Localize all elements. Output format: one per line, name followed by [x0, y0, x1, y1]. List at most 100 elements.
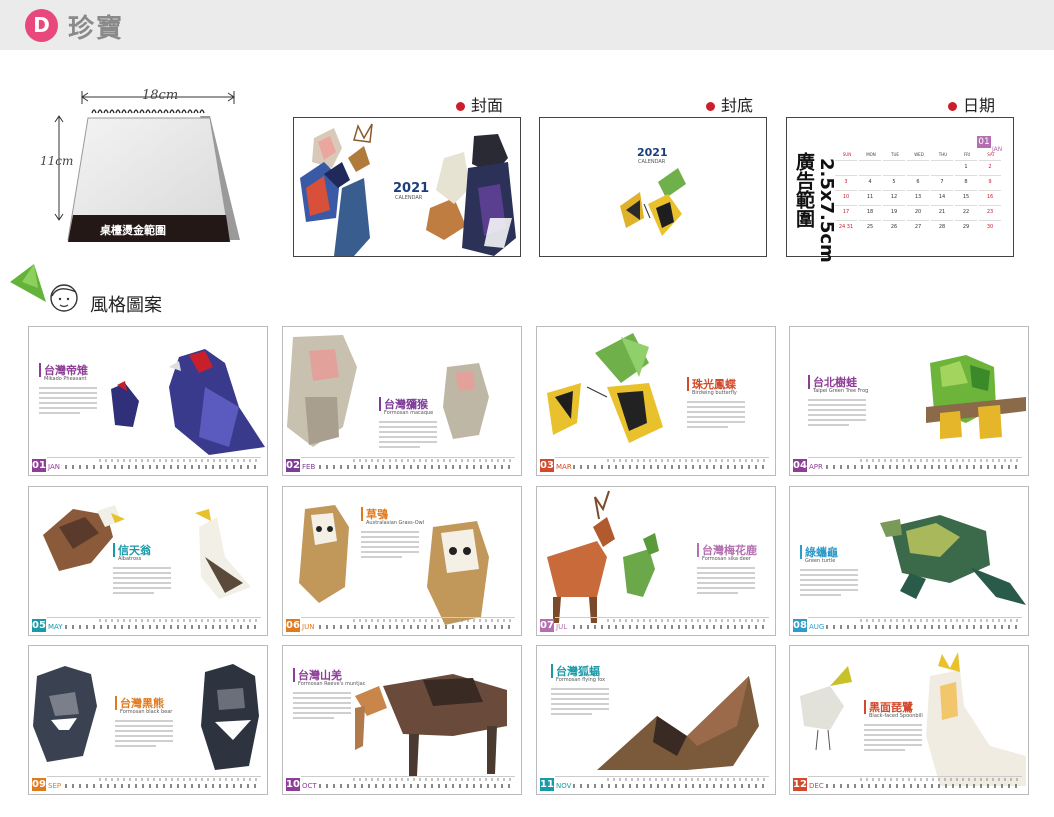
date-strip	[826, 625, 1022, 629]
section-title: 風格圖案	[90, 295, 162, 316]
title-accent-bar	[697, 543, 699, 557]
month-abbreviation: SEP	[48, 782, 62, 790]
calendar-strip-divider	[301, 617, 515, 618]
calendar-day-cell: 18	[859, 205, 881, 219]
cover-year: 2021	[393, 181, 430, 196]
calendar-day-cell: 12	[883, 190, 905, 204]
month-abbreviation: NOV	[556, 782, 572, 790]
calendar-day-cell: 13	[907, 190, 929, 204]
date-strip	[573, 784, 769, 788]
title-accent-bar	[361, 507, 363, 521]
owl-illustration	[299, 505, 489, 625]
calendar-day-cell	[859, 160, 881, 174]
month-abbreviation: JUN	[302, 623, 315, 631]
date-strip	[826, 784, 1022, 788]
calendar-day-cell: 22	[955, 205, 977, 219]
weekday-strip	[99, 619, 261, 622]
month-number-badge: 06	[286, 619, 300, 632]
month-abbreviation: JUL	[556, 623, 568, 631]
green-triangle-icon	[10, 264, 46, 302]
month-card: 台北樹蛙 Taipei Green Tree Frog 04 APR	[789, 326, 1029, 476]
title-accent-bar	[864, 700, 866, 714]
weekday-strip	[99, 778, 261, 781]
calendar-day-cell: 1	[955, 160, 977, 174]
species-name-english: Taipei Green Tree Frog	[813, 388, 869, 394]
calendar-day-cell: 3	[835, 175, 857, 189]
cover-panel: 2021 CALENDAR	[293, 117, 521, 257]
species-name-english: Birdwing butterfly	[692, 390, 737, 396]
species-description-block	[39, 387, 97, 417]
month-number-badge: 07	[540, 619, 554, 632]
date-strip	[826, 465, 1022, 469]
month-number-badge: 02	[286, 459, 300, 472]
month-abbreviation: OCT	[302, 782, 317, 790]
month-card: 珠光鳳蝶 Birdwing butterfly 03 MAR	[536, 326, 776, 476]
back-butterfly-art	[620, 168, 686, 236]
species-name-english: Formosan Reeve's muntjac	[298, 681, 366, 687]
month-abbreviation: DEC	[809, 782, 824, 790]
date-strip	[319, 465, 515, 469]
calendar-day-cell: 10	[835, 190, 857, 204]
red-dot-icon	[706, 102, 715, 111]
calendar-day-cell: 19	[883, 205, 905, 219]
date-strip	[65, 625, 261, 629]
calendar-strip-divider	[47, 776, 261, 777]
species-name-english: Mikado Pheasant	[44, 376, 87, 382]
weekday-strip	[607, 619, 769, 622]
calendar-day-cell	[931, 160, 953, 174]
header-bar: D 珍寶	[0, 0, 1054, 50]
month-number-badge: 12	[793, 778, 807, 791]
title-accent-bar	[115, 696, 117, 710]
calendar-strip-divider	[47, 617, 261, 618]
desk-calendar-mockup: 18cm 11cm 桌檯燙金範圍	[40, 80, 250, 260]
month-number-badge: 04	[793, 459, 807, 472]
weekday-strip	[860, 459, 1022, 462]
title-accent-bar	[379, 397, 381, 411]
calendar-day-cell: 30	[979, 220, 1001, 234]
albatross-illustration	[43, 505, 251, 599]
title-accent-bar	[687, 377, 689, 391]
species-description-block	[113, 567, 171, 597]
species-description-block	[551, 688, 609, 718]
calendar-day-cell: 11	[859, 190, 881, 204]
calendar-strip-divider	[808, 457, 1022, 458]
calendar-strip-divider	[301, 776, 515, 777]
species-description-block	[379, 421, 437, 451]
month-number-badge: 05	[32, 619, 46, 632]
red-dot-icon	[948, 102, 957, 111]
red-dot-icon	[456, 102, 465, 111]
calendar-day-cell: 15	[955, 190, 977, 204]
date-label: 日期	[948, 92, 995, 116]
calendar-day-cell: 5	[883, 175, 905, 189]
width-dimension-label: 18cm	[142, 88, 179, 103]
calendar-day-cell: 4	[859, 175, 881, 189]
title-accent-bar	[39, 363, 41, 377]
back-panel: 2021 CALENDAR	[539, 117, 767, 257]
month-number-badge: 01	[32, 459, 46, 472]
height-dimension-label: 11cm	[40, 154, 74, 168]
month-card: 台灣梅花鹿 Formosan sika deer 07 JUL	[536, 486, 776, 636]
calendar-day-cell	[907, 160, 929, 174]
month-abbreviation: MAR	[556, 463, 572, 471]
month-card: 台灣獼猴 Formosan macaque 02 FEB	[282, 326, 522, 476]
calendar-day-cell: 20	[907, 205, 929, 219]
month-abbreviation: APR	[809, 463, 823, 471]
cover-subtitle: CALENDAR	[395, 195, 423, 201]
calendar-strip-divider	[301, 457, 515, 458]
month-card: 草鴞 Australasian Grass-Owl 06 JUN	[282, 486, 522, 636]
title-accent-bar	[113, 543, 115, 557]
calendar-day-cell: 9	[979, 175, 1001, 189]
species-name-english: Formosan macaque	[384, 410, 434, 416]
weekday-strip	[860, 619, 1022, 622]
calendar-day-cell	[883, 160, 905, 174]
month-abbreviation: JAN	[48, 463, 60, 471]
species-description-block	[115, 720, 173, 750]
spoonbill-illustration	[800, 652, 1026, 786]
date-strip	[573, 625, 769, 629]
weekday-strip	[99, 459, 261, 462]
month-abbreviation: MAY	[48, 623, 63, 631]
month-card: 綠蠵龜 Green turtle 08 AUG	[789, 486, 1029, 636]
species-name-english: Formosan black bear	[120, 709, 173, 715]
month-card: 信天翁 Albatross 05 MAY	[28, 486, 268, 636]
weekday-label: SUN	[842, 152, 852, 157]
